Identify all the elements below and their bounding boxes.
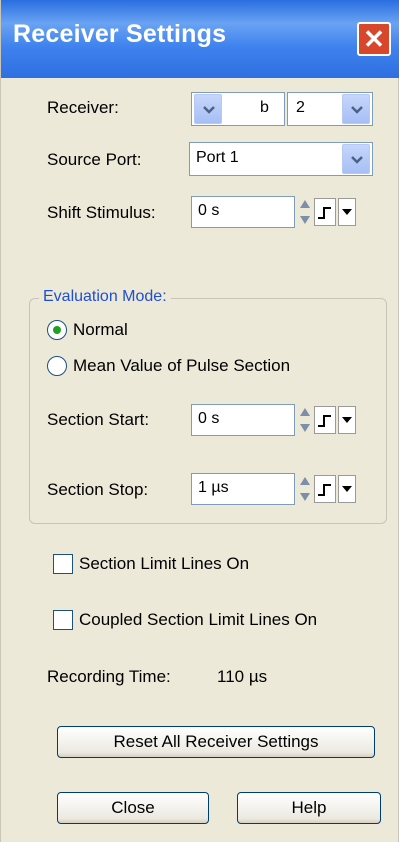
section-stop-spinner[interactable] [298, 474, 312, 504]
evaluation-mode-title: Evaluation Mode: [39, 288, 171, 306]
section-start-step-button[interactable] [314, 406, 336, 434]
section-stop-menu-button[interactable] [338, 475, 356, 503]
chevron-down-icon [351, 106, 363, 114]
shift-stimulus-step-button[interactable] [314, 198, 336, 226]
step-icon [318, 207, 331, 219]
section-stop-value: 1 µs [198, 479, 229, 496]
step-icon [318, 484, 331, 496]
title-bar[interactable]: Receiver Settings ✕ [1, 0, 399, 78]
recording-time-label: Recording Time: [47, 667, 171, 686]
section-stop-label: Section Stop: [47, 480, 149, 499]
step-icon [318, 415, 331, 427]
section-limit-lines-checkbox[interactable] [53, 554, 73, 574]
shift-stimulus-label: Shift Stimulus: [47, 203, 156, 222]
source-port-dropdown-button[interactable] [342, 144, 370, 174]
source-port-value: Port 1 [196, 149, 239, 166]
normal-radio[interactable] [47, 320, 67, 340]
chevron-down-icon [203, 106, 215, 114]
mean-value-radio[interactable] [47, 356, 67, 376]
caret-down-icon [342, 417, 352, 423]
receiver-number-select[interactable]: 2 [287, 92, 373, 126]
receiver-number-value: 2 [296, 99, 305, 116]
source-port-select[interactable]: Port 1 [189, 142, 373, 176]
section-stop-input[interactable]: 1 µs [191, 473, 295, 505]
section-start-label: Section Start: [47, 410, 150, 429]
receiver-letter-value: b [260, 99, 269, 116]
caret-down-icon [342, 209, 352, 215]
recording-time-value: 110 µs [217, 667, 268, 686]
reset-receiver-settings-button[interactable]: Reset All Receiver Settings [57, 726, 375, 758]
section-limit-lines-label[interactable]: Section Limit Lines On [79, 554, 249, 574]
shift-stimulus-menu-button[interactable] [338, 198, 356, 226]
receiver-label: Receiver: [47, 98, 119, 117]
window-title: Receiver Settings [13, 20, 227, 48]
help-button[interactable]: Help [237, 792, 381, 824]
receiver-letter-dropdown-button[interactable] [194, 94, 222, 124]
section-start-input[interactable]: 0 s [191, 404, 295, 436]
shift-stimulus-input[interactable]: 0 s [191, 196, 295, 228]
receiver-letter-select[interactable]: b [191, 92, 285, 126]
shift-stimulus-value: 0 s [198, 202, 220, 219]
section-start-menu-button[interactable] [338, 406, 356, 434]
receiver-number-dropdown-button[interactable] [342, 94, 370, 124]
mean-value-radio-label[interactable]: Mean Value of Pulse Section [73, 356, 290, 376]
close-icon: ✕ [363, 24, 385, 54]
coupled-section-limit-lines-label[interactable]: Coupled Section Limit Lines On [79, 610, 317, 630]
section-stop-step-button[interactable] [314, 475, 336, 503]
shift-stimulus-spinner[interactable] [298, 197, 312, 227]
caret-down-icon [342, 486, 352, 492]
section-start-value: 0 s [198, 410, 220, 427]
section-start-spinner[interactable] [298, 405, 312, 435]
coupled-section-limit-lines-checkbox[interactable] [53, 610, 73, 630]
source-port-label: Source Port: [47, 150, 142, 169]
close-window-button[interactable]: ✕ [357, 22, 391, 56]
close-button[interactable]: Close [57, 792, 209, 824]
receiver-settings-dialog: Receiver Settings ✕ Receiver: b 2 Source… [0, 0, 399, 842]
normal-radio-label[interactable]: Normal [73, 320, 128, 340]
chevron-down-icon [351, 156, 363, 164]
